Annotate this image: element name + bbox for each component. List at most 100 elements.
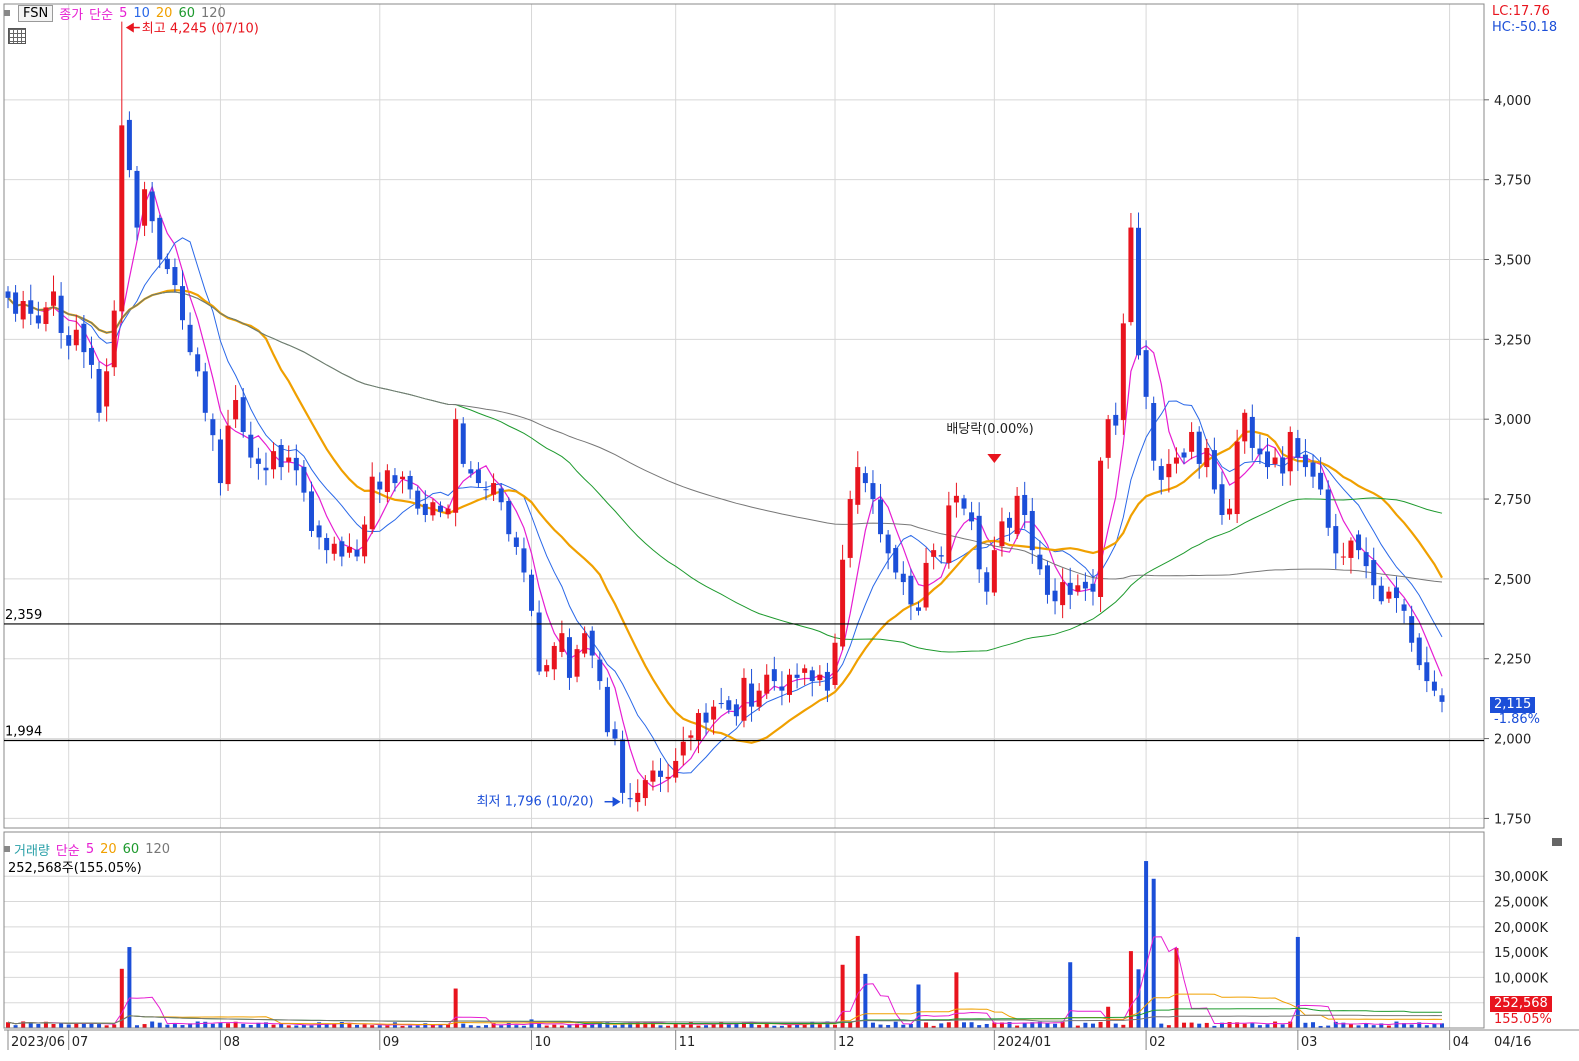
candle-body xyxy=(81,323,87,353)
candle-body xyxy=(286,457,292,462)
candle-body xyxy=(1280,457,1286,474)
collapse-icon[interactable] xyxy=(4,10,10,16)
price-tick-label: 2,500 xyxy=(1494,573,1531,588)
candles xyxy=(5,21,1445,812)
candle-body xyxy=(817,674,823,681)
date-tick-label: 03 xyxy=(1301,1035,1318,1050)
volume-bar xyxy=(218,1022,223,1028)
candle-body xyxy=(658,770,664,777)
candle-body xyxy=(513,537,519,547)
volume-bar xyxy=(279,1023,284,1028)
candle-body xyxy=(1090,583,1096,592)
candle-body xyxy=(339,541,345,557)
candle-body xyxy=(308,491,314,531)
candle-body xyxy=(468,469,474,474)
candle-body xyxy=(779,686,785,691)
volume-bar xyxy=(1090,1023,1095,1028)
last-price-tag: 2,115 xyxy=(1490,697,1536,713)
candle-body xyxy=(111,310,117,368)
volume-bar xyxy=(1113,1023,1118,1028)
volume-bar xyxy=(241,1023,246,1028)
candle-body xyxy=(1363,552,1369,567)
date-tick-label: 04/16 xyxy=(1494,1035,1531,1050)
volume-bar xyxy=(1159,1023,1164,1028)
date-tick-label: 10 xyxy=(535,1035,552,1050)
date-tick-label: 2024/01 xyxy=(997,1035,1051,1050)
symbol-box[interactable]: FSN xyxy=(18,4,54,22)
volume-bar xyxy=(870,1022,875,1028)
candle-body xyxy=(407,475,413,490)
price-tick-label: 2,250 xyxy=(1494,653,1531,668)
candle-body xyxy=(475,469,481,484)
candle-body xyxy=(756,690,762,707)
candle-body xyxy=(764,674,770,694)
candle-body xyxy=(1082,581,1088,589)
candle-body xyxy=(1014,495,1020,534)
candle-body xyxy=(437,505,443,512)
candle-body xyxy=(126,119,132,171)
candle-body xyxy=(1075,585,1081,592)
volume-bar xyxy=(1295,936,1300,1028)
candle-body xyxy=(362,524,368,557)
hc-value: HC:-50.18 xyxy=(1492,20,1558,35)
volume-bar xyxy=(946,1022,951,1028)
candle-body xyxy=(847,499,853,558)
candle-body xyxy=(991,550,997,593)
lc-value: LC:17.76 xyxy=(1492,4,1550,19)
candle-body xyxy=(1227,508,1233,515)
volume-bar xyxy=(6,1022,10,1028)
candle-body xyxy=(551,645,557,670)
low-arrow-icon xyxy=(612,796,621,807)
candle-body xyxy=(1287,431,1293,472)
date-tick-label: 07 xyxy=(72,1035,89,1050)
candle-body xyxy=(802,668,808,673)
candle-body xyxy=(794,674,800,678)
candle-body xyxy=(104,371,110,407)
candle-body xyxy=(953,495,959,503)
candle-body xyxy=(999,521,1005,547)
volume-bar xyxy=(840,964,845,1028)
candle-body xyxy=(1113,414,1119,426)
candle-body xyxy=(202,371,208,413)
candle-body xyxy=(665,776,671,779)
volume-bar xyxy=(817,1024,822,1028)
candle-body xyxy=(650,770,656,782)
candle-body xyxy=(923,562,929,608)
volume-bar xyxy=(908,1024,913,1028)
price-tick-label: 3,500 xyxy=(1494,254,1531,269)
volume-tick-label: 20,000K xyxy=(1494,921,1548,936)
candle-body xyxy=(582,633,588,654)
candle-body xyxy=(893,548,899,573)
volume-bar xyxy=(537,1024,542,1028)
candle-body xyxy=(1166,463,1172,478)
volume-bar xyxy=(984,1023,989,1028)
candle-body xyxy=(741,677,747,721)
volume-collapse-icon[interactable] xyxy=(4,846,10,852)
candle-body xyxy=(51,291,57,306)
candle-body xyxy=(961,498,967,509)
volume-bar xyxy=(59,1023,64,1028)
volume-bar xyxy=(453,988,458,1028)
candle-body xyxy=(566,637,572,678)
candle-body xyxy=(73,329,79,346)
volume-bar xyxy=(157,1022,162,1028)
moving-average-lines xyxy=(7,184,1443,788)
candle-body xyxy=(1136,227,1142,356)
candle-body xyxy=(301,466,307,493)
volume-bar xyxy=(112,1024,117,1028)
volume-bar xyxy=(1189,1022,1194,1028)
ma-60: 60 xyxy=(178,5,195,21)
candle-body xyxy=(324,537,330,551)
ma-60-line xyxy=(7,291,1443,653)
ma-120: 120 xyxy=(201,5,226,21)
candle-body xyxy=(240,397,246,432)
candle-body xyxy=(172,267,178,286)
candle-body xyxy=(946,505,952,563)
volume-bar xyxy=(893,1021,898,1028)
candle-body xyxy=(604,686,610,733)
candle-body xyxy=(1120,323,1126,421)
grid-menu-icon[interactable] xyxy=(8,28,26,44)
candle-body xyxy=(392,475,398,484)
low-label: 최저 1,796 (10/20) xyxy=(477,795,594,810)
volume-bar xyxy=(210,1023,215,1028)
